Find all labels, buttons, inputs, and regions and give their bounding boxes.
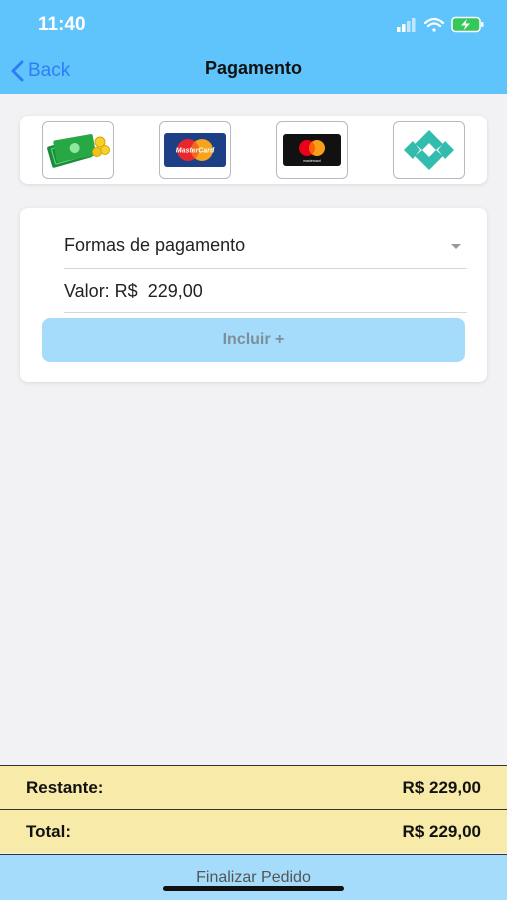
battery-charging-icon xyxy=(451,16,484,33)
caret-down-icon xyxy=(451,244,461,249)
remaining-row: Restante: R$ 229,00 xyxy=(0,765,507,809)
header: 11:40 Back Pagamento xyxy=(0,0,507,94)
home-indicator xyxy=(163,886,344,891)
mastercard-icon: mastercard xyxy=(283,134,341,166)
pix-icon xyxy=(404,130,454,170)
payment-method-cash[interactable] xyxy=(42,121,114,179)
payment-form-card: Formas de pagamento Valor: R$ 229,00 Inc… xyxy=(20,208,487,382)
remaining-value: R$ 229,00 xyxy=(402,778,481,797)
payment-method-select-label: Formas de pagamento xyxy=(64,235,246,255)
mastercard-card-icon: MasterCard xyxy=(164,133,226,167)
finalize-order-label: Finalizar Pedido xyxy=(196,869,311,886)
value-field-text: Valor: R$ 229,00 xyxy=(64,281,203,301)
payment-method-debit[interactable]: mastercard xyxy=(276,121,348,179)
payment-method-credit[interactable]: MasterCard xyxy=(159,121,231,179)
remaining-label: Restante: xyxy=(26,778,104,797)
value-field[interactable]: Valor: R$ 229,00 xyxy=(64,270,467,313)
status-icons xyxy=(397,16,484,33)
status-time: 11:40 xyxy=(38,14,86,35)
page-title: Pagamento xyxy=(204,58,303,78)
cash-icon xyxy=(47,134,110,168)
total-label: Total: xyxy=(26,822,72,841)
svg-text:mastercard: mastercard xyxy=(303,159,321,163)
payment-method-pix[interactable] xyxy=(393,121,465,179)
payment-methods-card: MasterCard mastercard xyxy=(20,116,487,184)
finalize-order-button[interactable]: Finalizar Pedido xyxy=(0,854,507,900)
signal-icon xyxy=(397,18,416,32)
svg-text:MasterCard: MasterCard xyxy=(176,148,215,155)
total-row: Total: R$ 229,00 xyxy=(0,809,507,853)
total-value: R$ 229,00 xyxy=(402,822,481,841)
include-button[interactable]: Incluir + xyxy=(42,318,465,362)
wifi-icon xyxy=(423,17,445,32)
payment-method-select[interactable]: Formas de pagamento xyxy=(64,226,467,269)
